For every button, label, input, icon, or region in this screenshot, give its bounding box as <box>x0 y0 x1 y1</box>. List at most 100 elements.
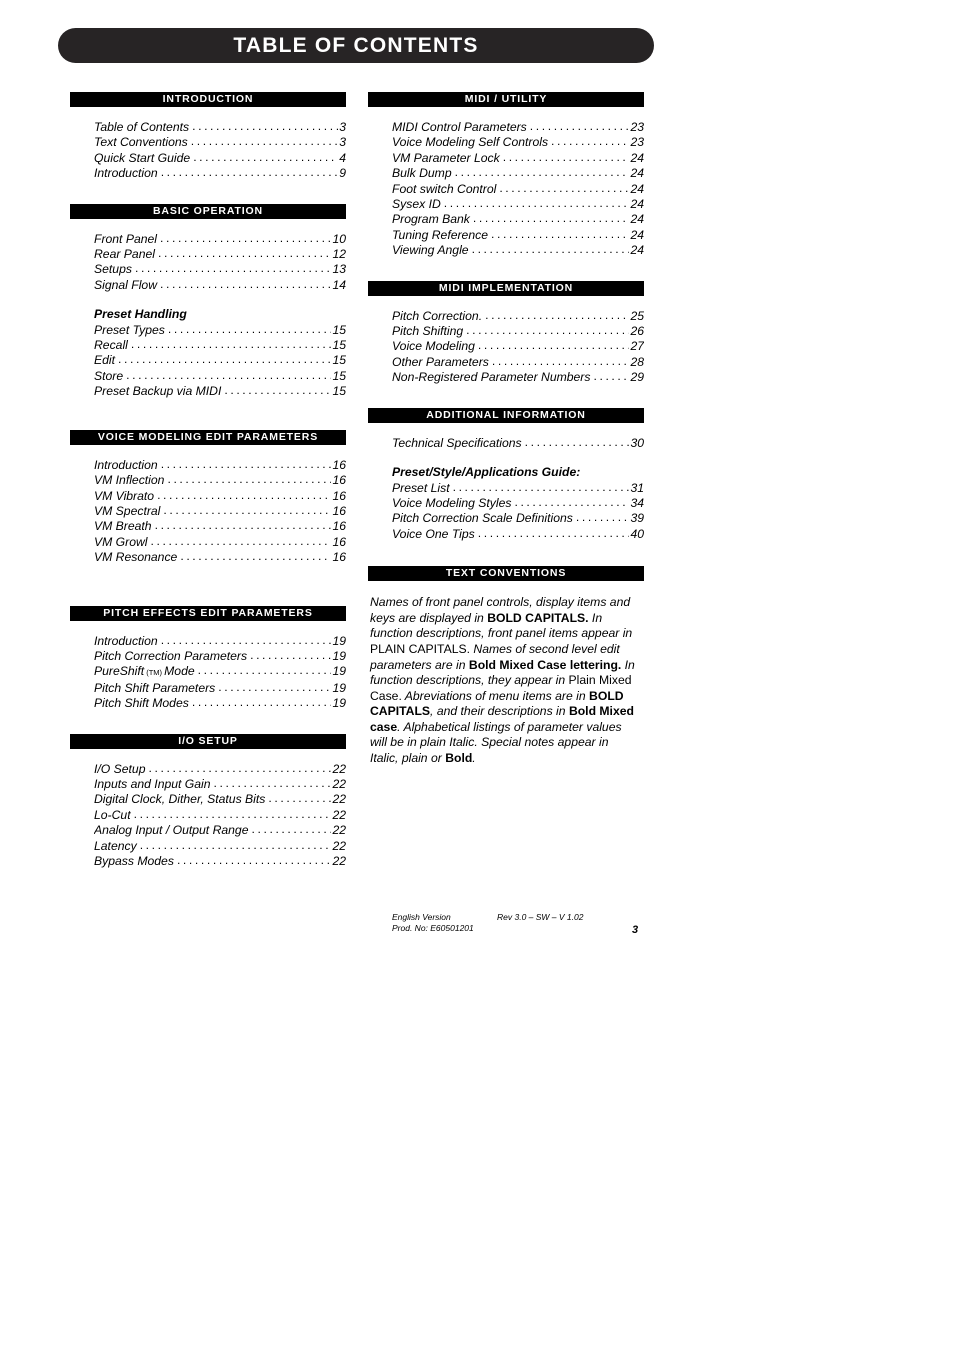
toc-entry[interactable]: Table of Contents.......................… <box>94 120 346 135</box>
toc-entry[interactable]: Pitch Shift Parameters..................… <box>94 681 346 696</box>
toc-entry[interactable]: I/O Setup...............................… <box>94 762 346 777</box>
toc-entry-page: 9 <box>339 166 346 181</box>
toc-entry-page: 16 <box>332 534 346 549</box>
toc-entry-label: Signal Flow <box>94 277 157 292</box>
toc-entry-label: VM Inflection <box>94 473 165 488</box>
toc-dot-leader: ........................................… <box>157 247 332 261</box>
toc-entry[interactable]: Voice One Tips..........................… <box>392 527 644 542</box>
toc-entry[interactable]: Introduction............................… <box>94 634 346 649</box>
toc-entry-label: Voice One Tips <box>392 526 475 541</box>
toc-entry[interactable]: Quick Start Guide.......................… <box>94 151 346 166</box>
toc-entry-page: 3 <box>339 135 346 150</box>
toc-left-column: INTRODUCTION Table of Contents...........… <box>70 92 346 869</box>
toc-entry[interactable]: Lo-Cut..................................… <box>94 808 346 823</box>
section-entries: Pitch Correction........................… <box>368 296 644 386</box>
toc-entry-label: VM Vibrato <box>94 488 155 503</box>
toc-entry[interactable]: Pitch Shift Modes.......................… <box>94 696 346 711</box>
toc-dot-leader: ........................................… <box>157 488 332 502</box>
toc-entry[interactable]: Text Conventions........................… <box>94 135 346 150</box>
toc-entry-label: Latency <box>94 838 137 853</box>
toc-entry[interactable]: Store...................................… <box>94 369 346 384</box>
toc-entry[interactable]: Voice Modeling Self Controls............… <box>392 135 644 150</box>
toc-dot-leader: ........................................… <box>466 324 630 338</box>
toc-entry-page: 13 <box>332 262 346 277</box>
toc-entry-label: Quick Start Guide <box>94 150 191 165</box>
toc-entry[interactable]: VM Resonance............................… <box>94 550 346 565</box>
toc-dot-leader: ........................................… <box>499 181 630 195</box>
toc-entry[interactable]: VM Spectral.............................… <box>94 504 346 519</box>
toc-entry[interactable]: Pitch Correction Scale Definitions......… <box>392 511 644 526</box>
toc-dot-leader: ........................................… <box>133 807 332 821</box>
toc-entry[interactable]: Pitch Correction........................… <box>392 309 644 324</box>
toc-entry-page: 10 <box>332 231 346 246</box>
toc-entry-label: Table of Contents <box>94 120 190 134</box>
section-header-bar: I/O SETUP <box>70 733 346 749</box>
toc-entry[interactable]: MIDI Control Parameters.................… <box>392 120 644 135</box>
toc-entry[interactable]: Inputs and Input Gain...................… <box>94 777 346 792</box>
toc-dot-leader: ........................................… <box>575 511 630 525</box>
toc-entry[interactable]: Non-Registered Parameter Numbers........… <box>392 370 644 385</box>
toc-entry[interactable]: Introduction............................… <box>94 458 346 473</box>
toc-entry-page: 31 <box>630 480 644 495</box>
toc-entry[interactable]: Digital Clock, Dither, Status Bits......… <box>94 792 346 807</box>
toc-entry[interactable]: Voice Modeling Styles...................… <box>392 496 644 511</box>
toc-entry[interactable]: Edit....................................… <box>94 353 346 368</box>
toc-entry[interactable]: Sysex ID................................… <box>392 197 644 212</box>
toc-entry[interactable]: Pitch Shifting..........................… <box>392 324 644 339</box>
toc-entry[interactable]: Analog Input / Output Range.............… <box>94 823 346 838</box>
toc-entry[interactable]: Tuning Reference........................… <box>392 228 644 243</box>
conventions-fragment-p1: PLAIN CAPITALS. <box>370 641 471 656</box>
toc-entry-page: 16 <box>332 519 346 534</box>
toc-entry[interactable]: Signal Flow.............................… <box>94 278 346 293</box>
toc-entry-page: 15 <box>332 368 346 383</box>
toc-entry-label: Viewing Angle <box>392 243 469 258</box>
toc-entry-label: Recall <box>94 338 128 353</box>
toc-entry-page: 22 <box>332 854 346 868</box>
toc-entry[interactable]: Bulk Dump...............................… <box>392 166 644 181</box>
toc-entry[interactable]: Setups..................................… <box>94 262 346 277</box>
toc-dot-leader: ........................................… <box>160 166 339 180</box>
toc-entry-label: Sysex ID <box>392 197 441 212</box>
toc-entry[interactable]: Rear Panel..............................… <box>94 247 346 262</box>
toc-dot-leader: ........................................… <box>477 339 630 353</box>
subsection-title: Preset Handling <box>94 307 187 322</box>
toc-entry[interactable]: VM Vibrato..............................… <box>94 489 346 504</box>
toc-entry[interactable]: Program Bank............................… <box>392 212 644 227</box>
toc-dot-leader: ........................................… <box>529 120 630 133</box>
toc-entry[interactable]: Preset List.............................… <box>392 481 644 496</box>
toc-entry[interactable]: Recall..................................… <box>94 338 346 353</box>
toc-dot-leader: ........................................… <box>160 457 332 471</box>
toc-entry[interactable]: Preset Types............................… <box>94 323 346 338</box>
section-entries: I/O Setup...............................… <box>70 749 346 870</box>
toc-entry[interactable]: Introduction............................… <box>94 166 346 181</box>
toc-entry-label: Program Bank <box>392 212 470 227</box>
toc-entry[interactable]: Front Panel.............................… <box>94 232 346 247</box>
toc-entry[interactable]: Voice Modeling..........................… <box>392 339 644 354</box>
footer-product-number: Prod. No: E60501201 <box>392 923 474 933</box>
toc-entry[interactable]: Pitch Correction Parameters.............… <box>94 649 346 664</box>
toc-dot-leader: ........................................… <box>224 384 332 398</box>
conventions-fragment-b1: BOLD CAPITALS. <box>487 610 589 625</box>
toc-entry[interactable]: Technical Specifications................… <box>392 436 644 451</box>
section-entries: Introduction............................… <box>70 445 346 566</box>
toc-dot-leader: ........................................… <box>160 277 332 291</box>
toc-dot-leader: ........................................… <box>154 519 332 533</box>
toc-entry-page: 24 <box>630 197 644 212</box>
toc-entry[interactable]: Bypass Modes............................… <box>94 854 346 869</box>
toc-entry-label: MIDI Control Parameters <box>392 120 527 134</box>
toc-entry[interactable]: Viewing Angle...........................… <box>392 243 644 258</box>
toc-entry[interactable]: Latency.................................… <box>94 839 346 854</box>
toc-entry[interactable]: Preset Backup via MIDI..................… <box>94 384 346 399</box>
toc-entry[interactable]: PureShift (TM) Mode.....................… <box>94 664 346 680</box>
toc-entry-page: 23 <box>630 120 644 134</box>
toc-entry[interactable]: Foot switch Control.....................… <box>392 182 644 197</box>
toc-entry[interactable]: VM Inflection...........................… <box>94 473 346 488</box>
toc-entry[interactable]: VM Breath...............................… <box>94 519 346 534</box>
toc-entry[interactable]: VM Parameter Lock.......................… <box>392 151 644 166</box>
toc-entry-page: 40 <box>630 526 644 541</box>
toc-entry[interactable]: Other Parameters........................… <box>392 355 644 370</box>
toc-entry[interactable]: VM Growl................................… <box>94 535 346 550</box>
conventions-fragment-b5: Bold <box>445 751 473 766</box>
toc-entry-label: Lo-Cut <box>94 807 131 822</box>
